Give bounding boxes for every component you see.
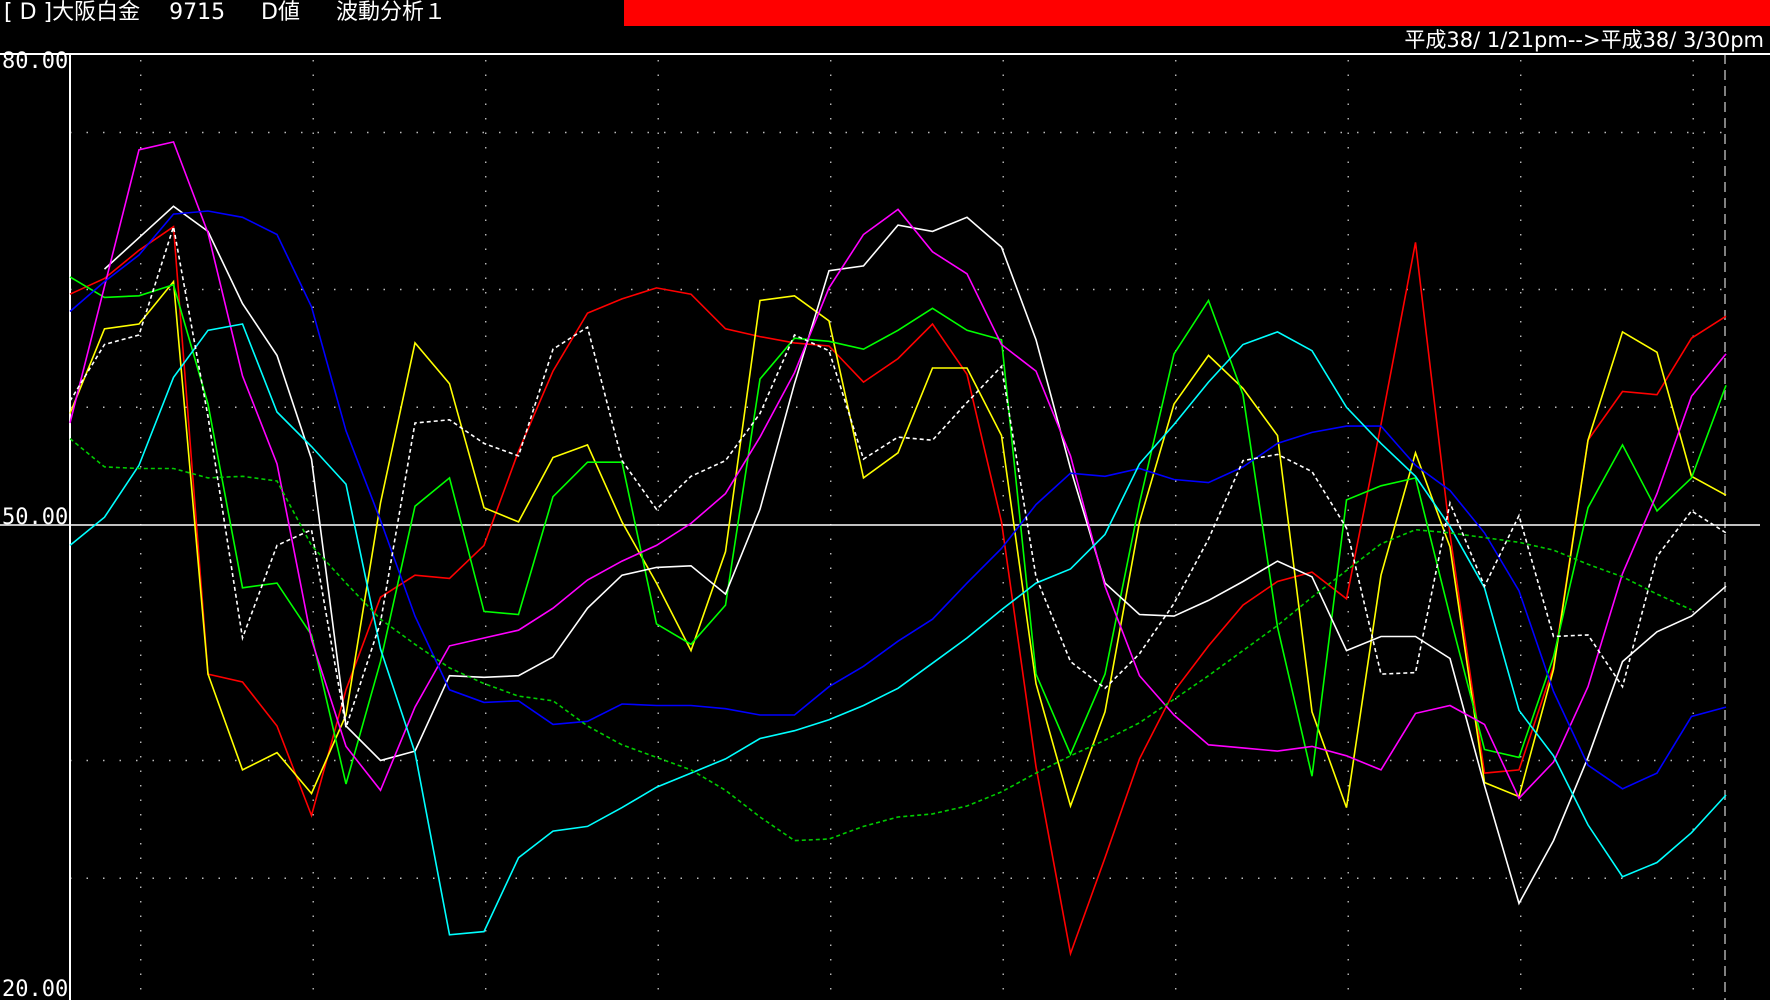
series-line-7 xyxy=(69,323,1727,936)
chart-series xyxy=(69,140,1727,957)
series-line-3 xyxy=(69,276,1727,785)
line-chart: 80.00 50.00 20.00 xyxy=(0,49,1770,1000)
series-line-4 xyxy=(103,205,1727,906)
series-line-6 xyxy=(69,210,1727,790)
chart-frame xyxy=(0,53,1770,1000)
y-axis-ticks: 80.00 50.00 20.00 xyxy=(2,49,68,1000)
y-tick-label: 80.00 xyxy=(2,49,68,74)
series-line-5 xyxy=(69,140,1727,800)
series-line-8 xyxy=(69,226,1727,728)
y-tick-label: 50.00 xyxy=(2,505,68,530)
y-tick-label: 20.00 xyxy=(2,977,68,1000)
series-line-1 xyxy=(69,225,1727,957)
